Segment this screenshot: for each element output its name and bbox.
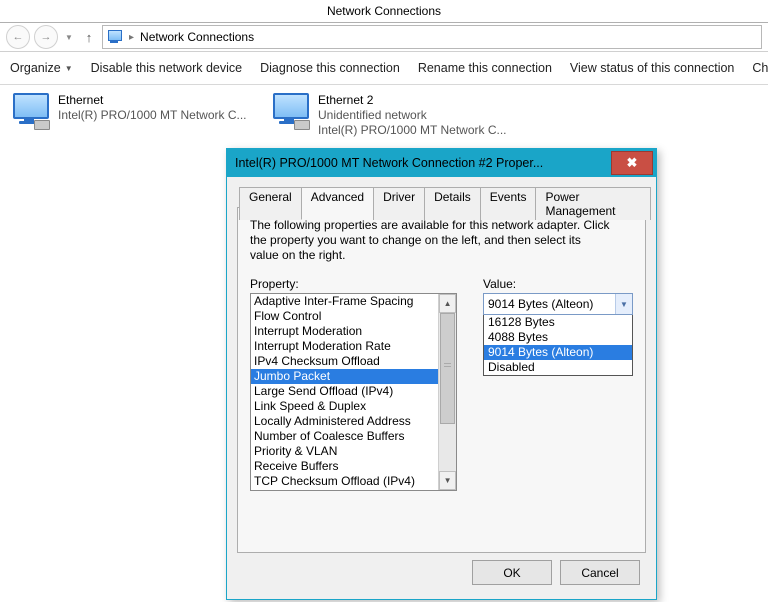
connection-status: Unidentified network [318, 108, 507, 123]
disable-device-button[interactable]: Disable this network device [91, 61, 242, 75]
view-status-button[interactable]: View status of this connection [570, 61, 734, 75]
connection-name: Ethernet 2 [318, 93, 507, 108]
combo-dropdown-icon[interactable]: ▼ [615, 294, 632, 314]
value-option[interactable]: Disabled [484, 360, 632, 375]
address-location: Network Connections [140, 30, 254, 44]
property-label: Property: [250, 277, 455, 291]
forward-button[interactable]: → [34, 25, 58, 49]
scroll-thumb[interactable] [440, 313, 455, 424]
address-bar[interactable]: ▸ Network Connections [102, 25, 762, 49]
advanced-description: The following properties are available f… [250, 218, 610, 263]
tab-strip: General Advanced Driver Details Events P… [239, 187, 650, 220]
scroll-track[interactable] [439, 313, 456, 471]
value-dropdown-list[interactable]: 16128 Bytes4088 Bytes9014 Bytes (Alteon)… [483, 315, 633, 376]
change-settings-button[interactable]: Change s [752, 61, 768, 75]
cancel-button[interactable]: Cancel [560, 560, 640, 585]
property-item[interactable]: IPv4 Checksum Offload [251, 354, 438, 369]
dropdown-icon: ▼ [65, 64, 73, 73]
connection-device: Intel(R) PRO/1000 MT Network C... [58, 108, 247, 123]
adapter-properties-dialog: Intel(R) PRO/1000 MT Network Connection … [226, 148, 657, 600]
value-label: Value: [483, 277, 631, 291]
property-item[interactable]: Priority & VLAN [251, 444, 438, 459]
tab-details[interactable]: Details [424, 187, 481, 220]
property-item[interactable]: Receive Buffers [251, 459, 438, 474]
property-item[interactable]: Locally Administered Address [251, 414, 438, 429]
organize-menu[interactable]: Organize ▼ [10, 61, 73, 75]
nav-row: ← → ▼ ↑ ▸ Network Connections [0, 23, 768, 52]
connection-name: Ethernet [58, 93, 247, 108]
connection-item[interactable]: Ethernet 2 Unidentified network Intel(R)… [270, 93, 510, 138]
dialog-title: Intel(R) PRO/1000 MT Network Connection … [235, 156, 611, 170]
property-item[interactable]: Large Send Offload (IPv4) [251, 384, 438, 399]
property-list[interactable]: Adaptive Inter-Frame SpacingFlow Control… [250, 293, 457, 491]
value-option[interactable]: 16128 Bytes [484, 315, 632, 330]
tab-general[interactable]: General [239, 187, 302, 220]
tab-power-management[interactable]: Power Management [535, 187, 651, 220]
property-item[interactable]: Jumbo Packet [251, 369, 438, 384]
value-option[interactable]: 9014 Bytes (Alteon) [484, 345, 632, 360]
tab-panel-advanced: The following properties are available f… [237, 207, 646, 553]
up-button[interactable]: ↑ [80, 26, 98, 48]
scroll-down-icon[interactable]: ▼ [439, 471, 456, 490]
property-item[interactable]: Adaptive Inter-Frame Spacing [251, 294, 438, 309]
network-adapter-icon [270, 93, 310, 129]
command-bar: Organize ▼ Disable this network device D… [0, 52, 768, 85]
breadcrumb-sep-icon: ▸ [129, 32, 134, 43]
back-button[interactable]: ← [6, 25, 30, 49]
rename-button[interactable]: Rename this connection [418, 61, 552, 75]
property-item[interactable]: Transmit Buffers [251, 489, 438, 490]
connection-item[interactable]: Ethernet Intel(R) PRO/1000 MT Network C.… [10, 93, 250, 138]
property-item[interactable]: Number of Coalesce Buffers [251, 429, 438, 444]
property-item[interactable]: Flow Control [251, 309, 438, 324]
scroll-up-icon[interactable]: ▲ [439, 294, 456, 313]
value-option[interactable]: 4088 Bytes [484, 330, 632, 345]
network-adapter-icon [10, 93, 50, 129]
history-dropdown-icon[interactable]: ▼ [62, 33, 76, 42]
close-button[interactable]: ✖ [611, 151, 653, 175]
property-item[interactable]: Interrupt Moderation [251, 324, 438, 339]
property-item[interactable]: Interrupt Moderation Rate [251, 339, 438, 354]
property-item[interactable]: Link Speed & Duplex [251, 399, 438, 414]
property-item[interactable]: TCP Checksum Offload (IPv4) [251, 474, 438, 489]
connection-device: Intel(R) PRO/1000 MT Network C... [318, 123, 507, 138]
property-list-scrollbar[interactable]: ▲ ▼ [438, 294, 456, 490]
network-connections-icon [107, 30, 123, 44]
close-icon: ✖ [627, 155, 638, 171]
value-combobox[interactable]: 9014 Bytes (Alteon) ▼ [483, 293, 633, 315]
organize-label: Organize [10, 61, 61, 75]
diagnose-button[interactable]: Diagnose this connection [260, 61, 400, 75]
value-selected: 9014 Bytes (Alteon) [484, 297, 615, 311]
tab-driver[interactable]: Driver [373, 187, 425, 220]
connections-pane: Ethernet Intel(R) PRO/1000 MT Network C.… [0, 85, 768, 146]
tab-advanced[interactable]: Advanced [301, 187, 374, 220]
ok-button[interactable]: OK [472, 560, 552, 585]
tab-events[interactable]: Events [480, 187, 537, 220]
dialog-titlebar[interactable]: Intel(R) PRO/1000 MT Network Connection … [227, 149, 656, 177]
window-title: Network Connections [0, 0, 768, 23]
